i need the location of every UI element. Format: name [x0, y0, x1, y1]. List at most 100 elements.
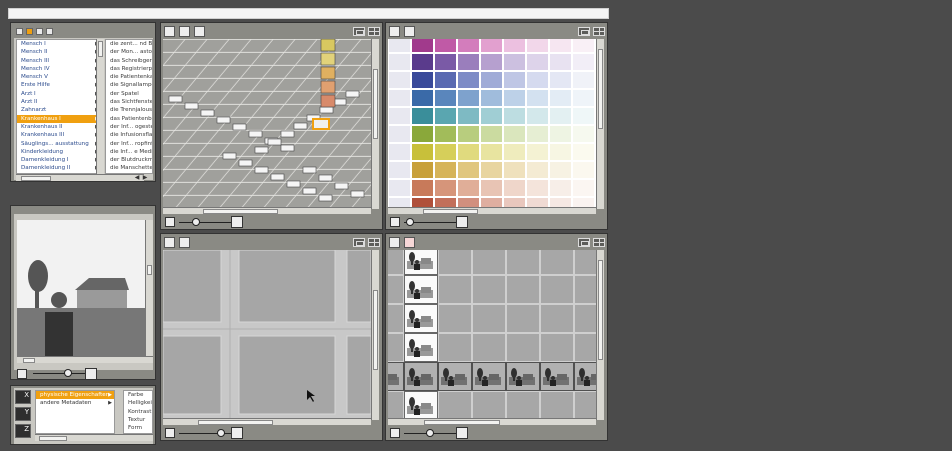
small-person-icon[interactable] — [390, 217, 400, 227]
color-swatch[interactable] — [526, 161, 549, 179]
small-person-icon[interactable] — [17, 369, 27, 379]
property-list[interactable]: Farbe Helligkeit Kontrast Textur Form — [123, 390, 153, 434]
color-swatch[interactable] — [503, 179, 526, 197]
thumb-hscrollbar[interactable] — [388, 418, 596, 425]
list-item[interactable]: Mensch IV▶ — [17, 65, 101, 73]
single-view-icon[interactable] — [353, 238, 365, 247]
swatch-card[interactable] — [388, 179, 411, 197]
color-swatch[interactable] — [480, 125, 503, 143]
list-item[interactable]: Mensch V▶ — [17, 73, 101, 81]
iso-canvas[interactable] — [163, 39, 371, 207]
color-swatch[interactable] — [434, 107, 457, 125]
color-swatch[interactable] — [572, 125, 595, 143]
metadata-list[interactable]: physische Eigenschaften ▶ andere Metadate… — [35, 390, 115, 434]
color-swatch[interactable] — [457, 143, 480, 161]
color-swatch[interactable] — [480, 71, 503, 89]
image-thumbnail[interactable] — [388, 362, 404, 391]
empty-cell[interactable] — [472, 391, 506, 418]
swatch-card[interactable] — [388, 89, 411, 107]
color-swatch[interactable] — [457, 107, 480, 125]
color-swatch[interactable] — [411, 53, 434, 71]
color-swatch[interactable] — [480, 179, 503, 197]
empty-cell[interactable] — [574, 304, 596, 333]
color-swatch[interactable] — [434, 125, 457, 143]
color-swatch[interactable] — [572, 71, 595, 89]
zoom-slider-knob[interactable] — [64, 369, 72, 377]
zoom-slider-track[interactable] — [33, 373, 87, 374]
grid-view-icon[interactable] — [368, 27, 380, 36]
list-item[interactable]: Kontrast — [124, 408, 152, 416]
color-swatch[interactable] — [526, 39, 549, 53]
grid-view-icon[interactable] — [368, 238, 380, 247]
options-icon[interactable] — [46, 28, 53, 35]
grid-view-icon[interactable] — [593, 27, 605, 36]
color-swatch[interactable] — [572, 53, 595, 71]
color-swatch[interactable] — [572, 197, 595, 207]
list-item[interactable]: der Mon... astonn — [106, 48, 152, 56]
color-swatch[interactable] — [549, 179, 572, 197]
iso-hscrollbar[interactable] — [163, 207, 371, 214]
scroll-right-icon[interactable]: ▶ — [141, 174, 149, 181]
axis-z-icon[interactable] — [404, 237, 415, 248]
list-item[interactable]: der Spatel — [106, 90, 152, 98]
empty-cell[interactable] — [472, 275, 506, 304]
top-address-bar[interactable] — [8, 8, 609, 19]
axis-x-icon[interactable] — [404, 26, 415, 37]
color-swatch[interactable] — [526, 107, 549, 125]
zoom-slider-knob[interactable] — [192, 218, 200, 226]
list-item[interactable]: das Patientenbett — [106, 115, 152, 123]
color-swatch[interactable] — [503, 89, 526, 107]
grid-view-icon[interactable] — [593, 238, 605, 247]
empty-cell[interactable] — [388, 250, 404, 275]
axis-z-button[interactable]: Z — [15, 424, 31, 438]
list-item[interactable]: Mensch II▶ — [17, 48, 101, 56]
color-swatch[interactable] — [526, 179, 549, 197]
empty-cell[interactable] — [388, 275, 404, 304]
color-swatch[interactable] — [572, 179, 595, 197]
color-swatch[interactable] — [480, 107, 503, 125]
list-item[interactable]: Mensch I▶ — [17, 40, 101, 48]
color-swatch[interactable] — [411, 125, 434, 143]
list-item[interactable]: das Registrierpap — [106, 65, 152, 73]
color-swatch[interactable] — [480, 161, 503, 179]
color-swatch[interactable] — [549, 89, 572, 107]
color-swatch[interactable] — [457, 125, 480, 143]
axis-z-icon[interactable] — [194, 26, 205, 37]
image-thumbnail[interactable] — [404, 275, 438, 304]
scroll-left-icon[interactable]: ◀ — [133, 174, 141, 181]
color-swatch[interactable] — [434, 143, 457, 161]
color-swatch[interactable] — [411, 161, 434, 179]
empty-cell[interactable] — [472, 333, 506, 362]
empty-cell[interactable] — [574, 250, 596, 275]
empty-cell[interactable] — [506, 275, 540, 304]
color-swatch[interactable] — [434, 179, 457, 197]
color-swatch[interactable] — [411, 71, 434, 89]
empty-cell[interactable] — [472, 304, 506, 333]
list-item[interactable]: Zahnarzt▶ — [17, 106, 101, 114]
large-person-icon[interactable] — [231, 427, 243, 439]
empty-cell[interactable] — [438, 391, 472, 418]
image-thumbnail[interactable] — [506, 362, 540, 391]
list-item[interactable]: die Inf... e Medika — [106, 148, 152, 156]
color-swatch[interactable] — [572, 39, 595, 53]
color-swatch[interactable] — [503, 143, 526, 161]
color-vscrollbar[interactable] — [596, 39, 604, 209]
empty-cell[interactable] — [540, 304, 574, 333]
list-item[interactable]: die Manschette — [106, 164, 152, 172]
color-swatch[interactable] — [457, 53, 480, 71]
empty-cell[interactable] — [574, 333, 596, 362]
small-person-icon[interactable] — [165, 428, 175, 438]
grid-vscrollbar[interactable] — [371, 250, 379, 420]
color-swatch[interactable] — [503, 125, 526, 143]
color-swatch[interactable] — [526, 125, 549, 143]
list-item[interactable]: Erste Hilfe▶ — [17, 81, 101, 89]
color-swatch[interactable] — [549, 125, 572, 143]
swatch-card[interactable] — [388, 161, 411, 179]
empty-cell[interactable] — [506, 391, 540, 418]
single-view-icon[interactable] — [578, 27, 590, 36]
single-view-icon[interactable] — [578, 238, 590, 247]
color-swatch[interactable] — [572, 89, 595, 107]
thumbnail-grid[interactable] — [388, 250, 596, 418]
image-thumbnail[interactable] — [574, 362, 596, 391]
list-item-selected[interactable]: Krankenhaus I▶ — [17, 114, 101, 123]
